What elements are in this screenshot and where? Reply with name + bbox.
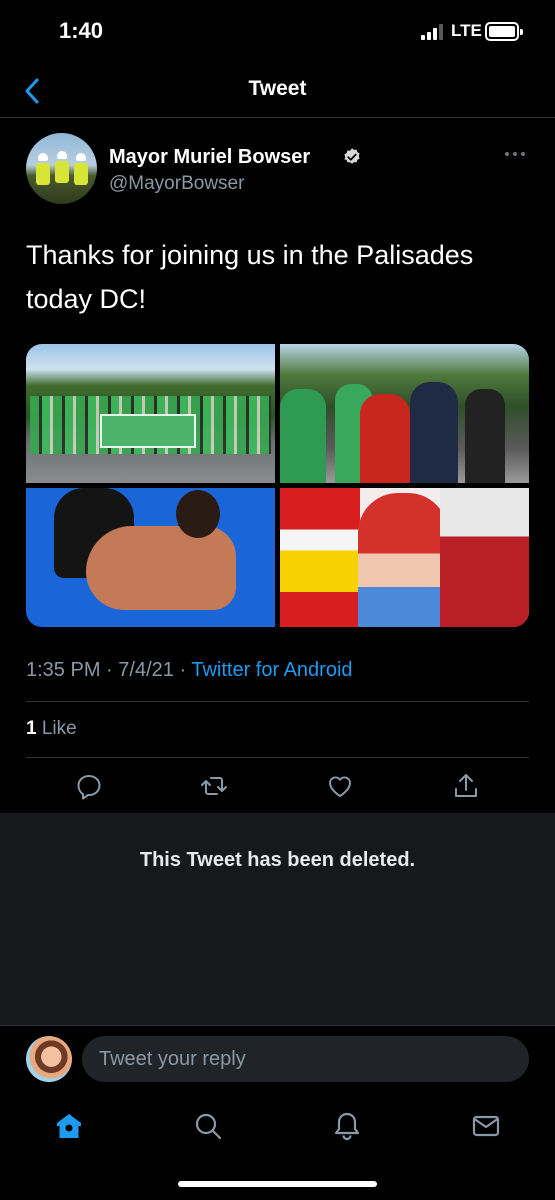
like-label: Like [41, 718, 77, 739]
reply-input[interactable] [82, 1036, 529, 1082]
home-indicator[interactable] [178, 1181, 377, 1187]
battery-icon [485, 22, 523, 41]
media-photo[interactable] [26, 488, 275, 627]
home-icon[interactable] [54, 1111, 84, 1141]
messages-icon[interactable] [471, 1111, 501, 1141]
user-avatar[interactable] [26, 1036, 72, 1082]
network-type: LTE [451, 21, 482, 40]
tweet-source-link[interactable]: Twitter for Android [191, 659, 352, 681]
media-grid [26, 344, 529, 627]
like-icon[interactable] [326, 772, 354, 800]
deleted-tweet-message: This Tweet has been deleted. [139, 849, 416, 871]
tweet-text: Thanks for joining us in the Palisades t… [26, 240, 474, 314]
media-photo[interactable] [280, 344, 529, 483]
status-time: 1:40 [59, 18, 104, 43]
share-icon[interactable] [452, 772, 480, 800]
verified-badge-icon [344, 148, 360, 164]
author-avatar[interactable] [26, 133, 97, 204]
search-icon[interactable] [193, 1111, 223, 1141]
author-name[interactable]: Mayor Muriel Bowser [109, 146, 310, 169]
retweet-icon[interactable] [200, 772, 228, 800]
tweet-actions [0, 758, 555, 813]
divider [26, 701, 529, 702]
author-handle[interactable]: @MayorBowser [109, 173, 244, 195]
reply-icon[interactable] [75, 772, 103, 800]
like-count: 1 [26, 718, 37, 739]
notifications-icon[interactable] [332, 1111, 362, 1141]
deleted-tweet-panel: This Tweet has been deleted. [0, 813, 555, 1025]
tweet-meta: 1:35 PM · 7/4/21 · Twitter for Android [26, 659, 353, 682]
tweet-date: 7/4/21 [118, 659, 174, 681]
more-options-button[interactable] [503, 149, 527, 159]
separator: · [179, 659, 187, 681]
page-title: Tweet [248, 77, 307, 100]
nav-bar: Tweet [0, 64, 555, 118]
signal-icon [421, 24, 443, 40]
status-bar: 1:40 LTE [0, 0, 555, 64]
media-photo[interactable] [280, 488, 529, 627]
separator: · [106, 659, 113, 681]
tweet-author: Mayor Muriel Bowser @MayorBowser [26, 133, 529, 207]
reply-bar [0, 1025, 555, 1093]
likes-stat[interactable]: 1 Like [26, 718, 77, 740]
media-photo[interactable] [26, 344, 275, 483]
tweet-time: 1:35 PM [26, 659, 101, 681]
